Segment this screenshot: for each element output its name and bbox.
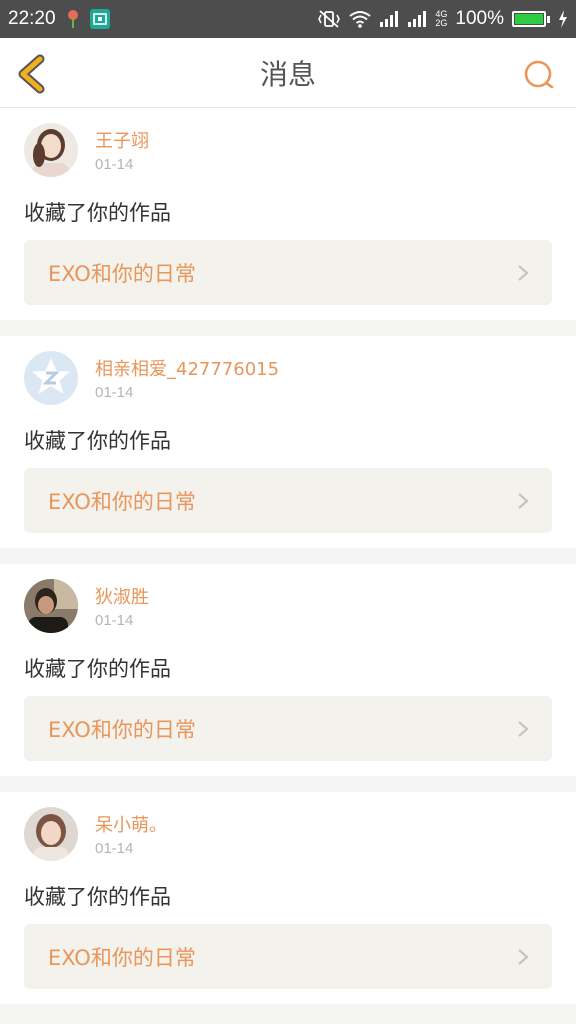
message-date: 01-14 <box>95 840 134 857</box>
work-link[interactable]: EXO和你的日常 <box>24 240 552 305</box>
username[interactable]: 王子翊 <box>95 127 149 153</box>
battery-fill <box>515 14 543 24</box>
default-star-avatar <box>24 351 78 405</box>
chevron-right-icon <box>518 949 529 965</box>
message-card: 相亲相爱_427776015 01-14 收藏了你的作品 EXO和你的日常 <box>0 336 576 548</box>
message-action: 收藏了你的作品 <box>24 885 171 909</box>
work-title: EXO和你的日常 <box>48 717 196 742</box>
work-link[interactable]: EXO和你的日常 <box>24 696 552 761</box>
work-link[interactable]: EXO和你的日常 <box>24 924 552 989</box>
avatar[interactable] <box>24 807 78 861</box>
message-list[interactable]: 王子翊 01-14 收藏了你的作品 EXO和你的日常 相亲相爱_42777601… <box>0 108 576 1024</box>
avatar[interactable] <box>24 123 78 177</box>
photo-avatar-girl <box>24 123 78 177</box>
battery-tip <box>547 15 550 23</box>
status-left: 22:20 <box>8 8 110 30</box>
message-action: 收藏了你的作品 <box>24 657 171 681</box>
status-time: 22:20 <box>8 8 56 29</box>
photo-avatar-man <box>24 579 78 633</box>
battery-icon <box>512 11 550 27</box>
username[interactable]: 相亲相爱_427776015 <box>95 355 279 381</box>
flower-notification-icon <box>66 9 80 29</box>
network-type-bottom: 2G <box>435 18 448 28</box>
battery-percent: 100% <box>455 8 504 29</box>
chevron-left-icon <box>18 54 45 94</box>
wifi-icon <box>349 10 371 28</box>
message-action: 收藏了你的作品 <box>24 201 171 225</box>
back-button[interactable] <box>14 54 50 94</box>
vibrate-icon <box>317 9 341 29</box>
signal-icon-2 <box>407 10 427 28</box>
chevron-right-icon <box>518 721 529 737</box>
message-date: 01-14 <box>95 384 134 401</box>
network-type-label: 4G 2G <box>435 10 447 28</box>
avatar[interactable] <box>24 579 78 633</box>
message-action: 收藏了你的作品 <box>24 429 171 453</box>
message-card: 狄淑胜 01-14 收藏了你的作品 EXO和你的日常 <box>0 564 576 776</box>
screenshot-app-icon <box>89 9 110 29</box>
photo-avatar-girl-2 <box>24 807 78 861</box>
status-bar: 22:20 4G 2G 100% <box>0 0 576 38</box>
battery-body <box>512 11 546 27</box>
message-date: 01-14 <box>95 612 134 629</box>
work-title: EXO和你的日常 <box>48 489 196 514</box>
username[interactable]: 狄淑胜 <box>95 583 149 609</box>
message-card: 王子翊 01-14 收藏了你的作品 EXO和你的日常 <box>0 108 576 320</box>
status-right: 4G 2G 100% <box>317 8 568 30</box>
nav-bar: 消息 <box>0 38 576 108</box>
message-card: 呆小萌。 01-14 收藏了你的作品 EXO和你的日常 <box>0 792 576 1004</box>
avatar[interactable] <box>24 351 78 405</box>
chevron-right-icon <box>518 265 529 281</box>
charging-icon <box>558 10 568 28</box>
message-date: 01-14 <box>95 156 134 173</box>
username[interactable]: 呆小萌。 <box>95 811 167 837</box>
work-title: EXO和你的日常 <box>48 945 196 970</box>
search-button[interactable] <box>522 58 556 92</box>
page-title: 消息 <box>259 57 316 91</box>
signal-icon <box>379 10 399 28</box>
search-icon <box>524 60 554 89</box>
chevron-right-icon <box>518 493 529 509</box>
work-link[interactable]: EXO和你的日常 <box>24 468 552 533</box>
work-title: EXO和你的日常 <box>48 261 196 286</box>
